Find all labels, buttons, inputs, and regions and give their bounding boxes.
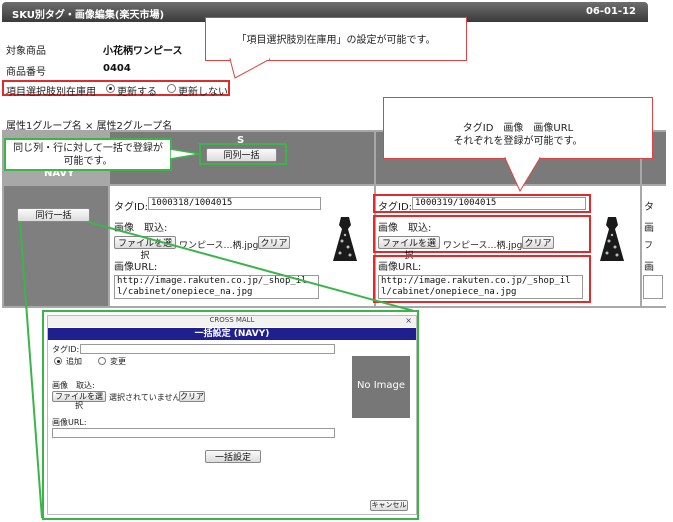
dialog-submit-button[interactable]: 一括設定 [205,450,261,463]
dialog-heading: 一括設定 (NAVY) [48,328,416,340]
dialog-cancel-button[interactable]: キャンセル [370,500,408,511]
dialog-tagid-label: タグID: [52,345,80,354]
dialog-change-label: 変更 [110,357,126,366]
dialog-tagid-input[interactable] [80,344,335,354]
dialog-clear-button[interactable]: クリア [179,391,205,402]
bulk-settings-dialog: CROSS MALL × 一括設定 (NAVY) タグID: 追加 変更 画像 … [47,315,417,515]
dialog-change-radio[interactable] [98,357,106,365]
dialog-url-label: 画像URL: [52,418,87,427]
dialog-window-title: CROSS MALL [48,316,416,327]
dialog-add-label: 追加 [66,357,82,366]
dialog-no-image-placeholder: No Image [352,356,410,418]
dialog-file-button[interactable]: ファイルを選択 [52,391,106,410]
dialog-url-input[interactable] [52,428,335,438]
dialog-add-radio[interactable] [54,357,62,365]
dialog-file-status: 選択されていません [109,393,181,402]
dialog-close-icon[interactable]: × [405,316,412,325]
dialog-image-label: 画像 取込: [52,381,95,390]
